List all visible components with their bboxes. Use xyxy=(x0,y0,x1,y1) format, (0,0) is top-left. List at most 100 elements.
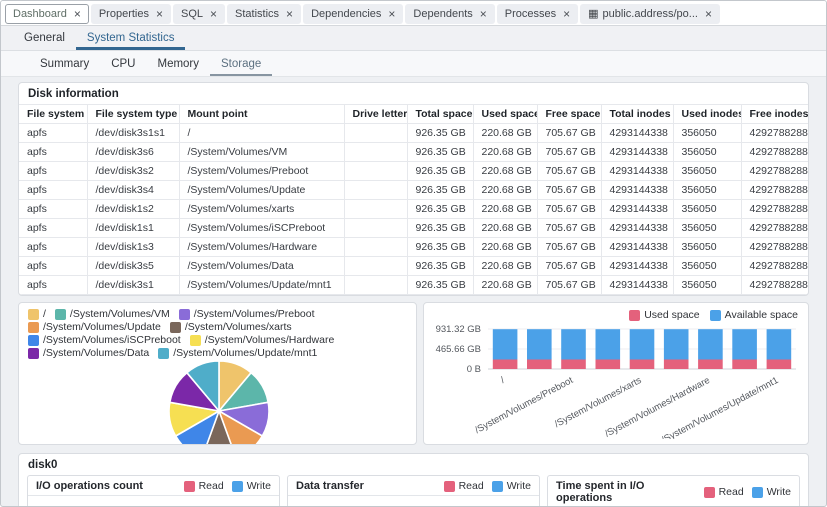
time-spent-in-i-o-operations-panel: Time spent in I/O operationsReadWrite1.1… xyxy=(547,475,800,507)
bar-segment-used-space xyxy=(596,360,621,370)
tab-label: Processes xyxy=(505,8,556,20)
tab-sql[interactable]: SQL× xyxy=(173,4,225,24)
table-cell: 220.68 GB xyxy=(473,238,537,257)
legend-item-system-volumes-data: /System/Volumes/Data xyxy=(28,347,149,359)
column-header-file-system: File system xyxy=(19,105,87,124)
legend-swatch xyxy=(55,309,66,320)
table-cell: /System/Volumes/VM xyxy=(179,143,344,162)
table-cell: /System/Volumes/Update/mnt1 xyxy=(179,276,344,295)
table-cell: 705.67 GB xyxy=(537,238,601,257)
tab-cpu[interactable]: CPU xyxy=(100,53,146,76)
legend-label: /System/Volumes/VM xyxy=(70,308,170,320)
table-cell: /dev/disk3s5 xyxy=(87,257,179,276)
tab-storage[interactable]: Storage xyxy=(210,53,272,76)
table-cell: 926.35 GB xyxy=(407,181,473,200)
table-cell: 705.67 GB xyxy=(537,257,601,276)
data-transfer-panel: Data transferReadWrite314.79 GB xyxy=(287,475,540,507)
legend-item-write: Write xyxy=(232,480,271,492)
close-icon[interactable]: × xyxy=(74,8,81,20)
bar-segment-available-space xyxy=(630,329,655,359)
close-icon[interactable]: × xyxy=(480,8,487,20)
panel-tab-bar: Dashboard×Properties×SQL×Statistics×Depe… xyxy=(1,1,826,26)
table-cell: /dev/disk3s1s1 xyxy=(87,124,179,143)
table-cell: /dev/disk1s2 xyxy=(87,200,179,219)
system-statistics-tabs: SummaryCPUMemoryStorage xyxy=(1,51,826,77)
table-cell: 356050 xyxy=(673,181,741,200)
i-o-operations-count-chart: 35M30M xyxy=(28,496,279,507)
column-header-used-space: Used space xyxy=(473,105,537,124)
column-header-free-inodes: Free inodes xyxy=(741,105,809,124)
table-cell: 220.68 GB xyxy=(473,257,537,276)
chart-header: Time spent in I/O operationsReadWrite xyxy=(548,476,799,507)
close-icon[interactable]: × xyxy=(210,8,217,20)
disk0-panel: disk0 I/O operations countReadWrite35M30… xyxy=(18,453,809,507)
close-icon[interactable]: × xyxy=(286,8,293,20)
close-icon[interactable]: × xyxy=(388,8,395,20)
bar-segment-available-space xyxy=(596,329,621,359)
storage-tab-content: Disk information File systemFile system … xyxy=(1,77,826,507)
table-cell xyxy=(344,181,407,200)
tab-dashboard[interactable]: Dashboard× xyxy=(5,4,89,24)
table-row: apfs/dev/disk1s1/System/Volumes/iSCPrebo… xyxy=(19,219,809,238)
bar-segment-used-space xyxy=(767,360,792,370)
legend-item-read: Read xyxy=(184,480,224,492)
close-icon[interactable]: × xyxy=(156,8,163,20)
table-cell xyxy=(344,276,407,295)
legend-label: Read xyxy=(459,480,484,492)
table-cell: /dev/disk3s2 xyxy=(87,162,179,181)
table-cell: /System/Volumes/Hardware xyxy=(179,238,344,257)
table-cell: /System/Volumes/Update xyxy=(179,181,344,200)
bar-segment-available-space xyxy=(664,329,689,359)
tab-properties[interactable]: Properties × xyxy=(91,4,171,24)
legend-item-used-space: Used space xyxy=(629,309,699,321)
tab-statistics[interactable]: Statistics× xyxy=(227,4,301,24)
legend-label: Write xyxy=(247,480,271,492)
y-axis-tick-label: 465.66 GB xyxy=(436,344,481,355)
tab-label: public.address/po... xyxy=(603,8,698,20)
table-row: apfs/dev/disk3s6/System/Volumes/VM926.35… xyxy=(19,143,809,162)
tab-summary[interactable]: Summary xyxy=(29,53,100,76)
bar-segment-used-space xyxy=(527,360,552,370)
tab-general[interactable]: General xyxy=(13,28,76,50)
tab-dependencies[interactable]: Dependencies × xyxy=(303,4,403,24)
table-cell: 4292788288 xyxy=(741,143,809,162)
legend-swatch xyxy=(158,348,169,359)
table-cell: 220.68 GB xyxy=(473,219,537,238)
disk-usage-pie-panel: //System/Volumes/VM/System/Volumes/Prebo… xyxy=(18,302,417,445)
table-cell: 4292788288 xyxy=(741,238,809,257)
table-header-row: File systemFile system typeMount pointDr… xyxy=(19,105,809,124)
tab-processes[interactable]: Processes × xyxy=(497,4,578,24)
table-cell: 4292788288 xyxy=(741,276,809,295)
legend-swatch xyxy=(28,335,39,346)
table-cell: apfs xyxy=(19,200,87,219)
table-cell: 4292788288 xyxy=(741,181,809,200)
table-cell: 220.68 GB xyxy=(473,200,537,219)
tab-label: Properties xyxy=(99,8,149,20)
tab-memory[interactable]: Memory xyxy=(146,53,210,76)
table-cell: /dev/disk1s3 xyxy=(87,238,179,257)
table-row: apfs/dev/disk3s1/System/Volumes/Update/m… xyxy=(19,276,809,295)
legend-swatch xyxy=(184,481,195,492)
table-cell: /System/Volumes/iSCPreboot xyxy=(179,219,344,238)
tab-public-address-po[interactable]: ▦public.address/po...× xyxy=(580,4,720,24)
tab-dependents[interactable]: Dependents× xyxy=(405,4,494,24)
legend-label: Available space xyxy=(725,309,798,321)
table-cell: 705.67 GB xyxy=(537,200,601,219)
legend-item-system-volumes-xarts: /System/Volumes/xarts xyxy=(170,321,292,333)
table-cell: 4293144338 xyxy=(601,181,673,200)
tab-system-statistics[interactable]: System Statistics xyxy=(76,28,186,50)
table-cell xyxy=(344,238,407,257)
table-cell: apfs xyxy=(19,143,87,162)
table-cell: /System/Volumes/Data xyxy=(179,257,344,276)
tab-label: Dependencies xyxy=(311,8,381,20)
table-cell: 356050 xyxy=(673,124,741,143)
close-icon[interactable]: × xyxy=(705,8,712,20)
close-icon[interactable]: × xyxy=(563,8,570,20)
table-cell xyxy=(344,143,407,162)
table-cell: 4293144338 xyxy=(601,257,673,276)
table-cell: 356050 xyxy=(673,238,741,257)
table-cell: 4292788288 xyxy=(741,219,809,238)
table-cell xyxy=(344,219,407,238)
bar-segment-available-space xyxy=(527,329,552,359)
legend-label: Write xyxy=(767,486,791,498)
